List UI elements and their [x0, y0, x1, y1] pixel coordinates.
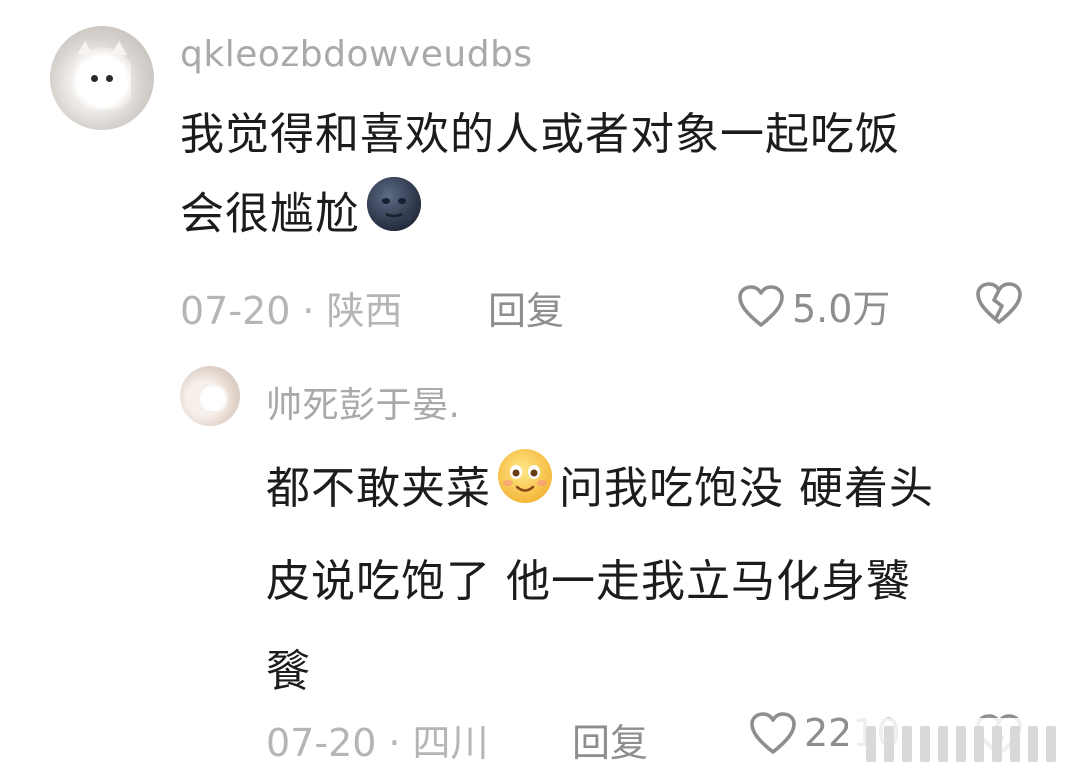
comment-location: 四川 — [412, 721, 489, 765]
reply-button[interactable]: 回复 — [488, 280, 564, 335]
comment-text-segment: 都不敢夹菜 — [266, 463, 491, 514]
comment-text-line: 会很尴尬 — [180, 174, 1040, 259]
cat-eye — [90, 74, 98, 82]
comment-text-segment: 会很尴尬 — [180, 188, 360, 240]
meta-separator: · — [302, 289, 315, 333]
avatar[interactable] — [50, 26, 154, 130]
avatar[interactable] — [180, 366, 240, 426]
comment-meta: 07-20 · 陕西 — [180, 280, 403, 335]
comment-meta: 07-20 · 四川 — [266, 712, 489, 767]
username[interactable]: 帅死彭于晏. — [266, 376, 460, 428]
reply-button[interactable]: 回复 — [572, 712, 648, 767]
username[interactable]: qkleozbdowveudbs — [180, 34, 533, 75]
like-count: 5.0万 — [792, 287, 891, 331]
like-button[interactable]: 5.0万 — [736, 278, 890, 333]
comment-location: 陕西 — [326, 289, 403, 333]
comment-date: 07-20 — [180, 289, 291, 333]
comment-text-line: 我觉得和喜欢的人或者对象一起吃饭 — [180, 109, 900, 160]
comment-date: 07-20 — [266, 721, 377, 765]
meta-separator: · — [388, 721, 401, 765]
heart-outline-icon — [748, 710, 798, 756]
watermark — [848, 718, 1080, 772]
flushed-smile-emoji — [495, 446, 555, 537]
cat-ear — [76, 40, 93, 55]
cat-avatar-image — [198, 384, 228, 411]
cat-avatar-image — [72, 40, 132, 110]
broken-heart-icon[interactable] — [974, 280, 1024, 326]
cat-eye — [106, 74, 114, 82]
new-moon-face-emoji — [364, 174, 424, 259]
comment-text-line: 都不敢夹菜 问我吃饱没 硬着头 — [266, 444, 1056, 537]
comment-text-line: 餮 — [266, 645, 311, 697]
cat-ear — [111, 40, 128, 55]
comment-text-line: 皮说吃饱了 他一走我立马化身饕 — [266, 555, 911, 607]
heart-outline-icon — [736, 283, 786, 329]
comment-text: 我觉得和喜欢的人或者对象一起吃饭 会很尴尬 — [180, 96, 1040, 259]
comment-text: 都不敢夹菜 问我吃饱没 硬着头 皮说吃饱了 他一走我立马化身饕 餮 — [266, 444, 1056, 717]
comment-text-segment: 问我吃饱没 硬着头 — [559, 463, 934, 514]
